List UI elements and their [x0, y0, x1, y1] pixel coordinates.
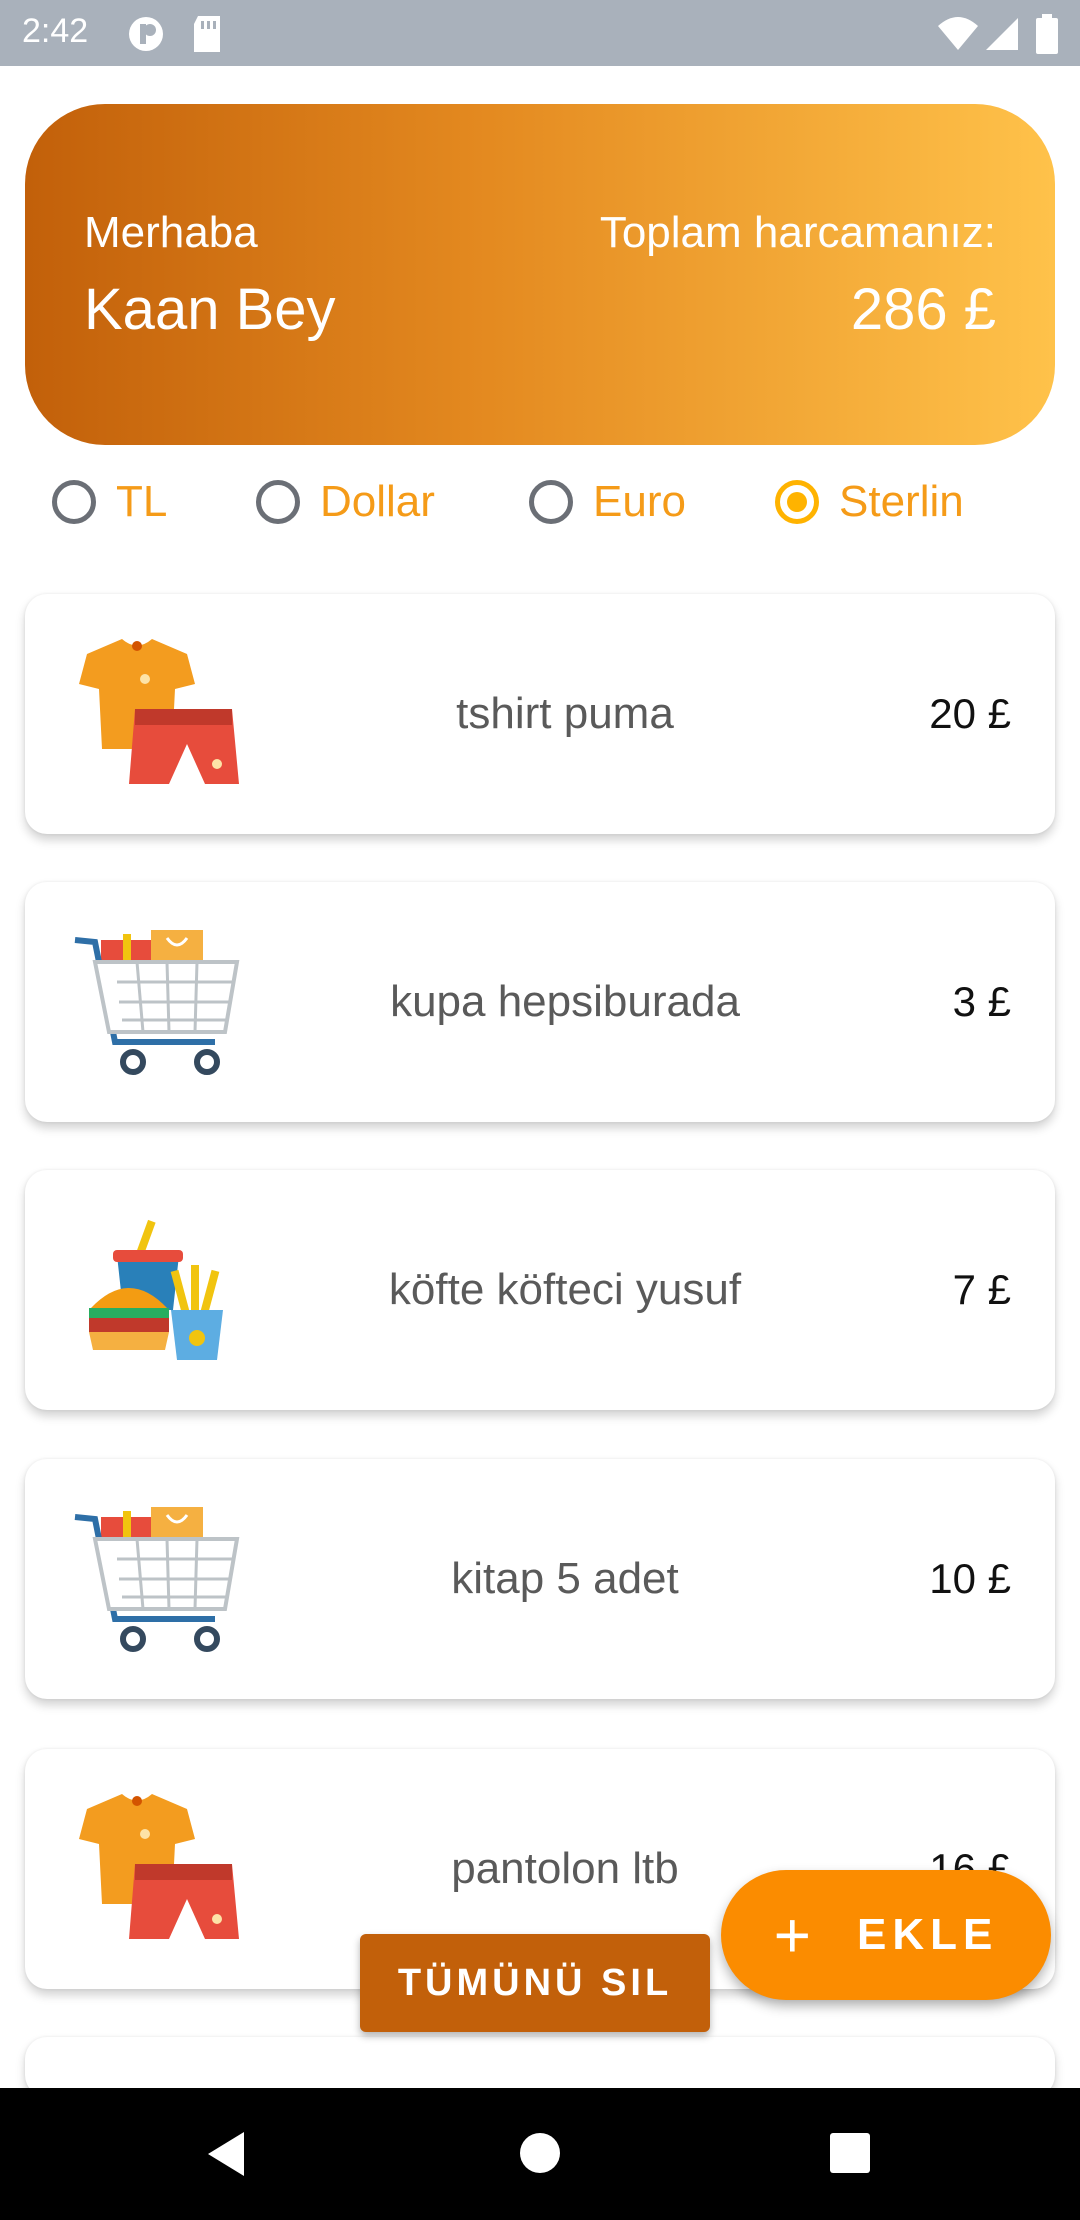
- radio-label[interactable]: Sterlin: [839, 477, 964, 527]
- shopping-cart-icon: [74, 1507, 240, 1652]
- expense-amount: 7 £: [952, 1266, 1011, 1313]
- clothes-icon: [79, 1794, 239, 1939]
- delete-all-button[interactable]: TÜMÜNÜ SIL: [360, 1934, 710, 2032]
- expense-title: tshirt puma: [456, 689, 674, 738]
- back-icon[interactable]: [204, 2130, 248, 2178]
- expense-card[interactable]: kupa hepsiburada 3 £: [25, 882, 1055, 1122]
- add-button-label: EKLE: [857, 1910, 999, 1959]
- radio-button-circle[interactable]: [775, 480, 819, 524]
- radio-label[interactable]: TL: [116, 477, 167, 527]
- expense-amount: 20 £: [929, 690, 1011, 737]
- status-time: 2:42: [22, 12, 89, 50]
- expense-title: köfte köfteci yusuf: [388, 1265, 742, 1314]
- total-spending-label: Toplam harcamanız:: [599, 208, 996, 257]
- user-name: Kaan Bey: [84, 277, 336, 342]
- expense-card[interactable]: tshirt puma 20 £: [25, 594, 1055, 834]
- summary-header-card: Merhaba Kaan Bey Toplam harcamanız: 286 …: [25, 104, 1055, 445]
- clothes-icon: [79, 639, 239, 784]
- add-expense-button[interactable]: + EKLE: [721, 1870, 1051, 2000]
- expense-amount: 10 £: [929, 1555, 1011, 1602]
- expense-title: kitap 5 adet: [451, 1554, 679, 1603]
- recents-icon[interactable]: [829, 2132, 871, 2174]
- app-notification-icon: [129, 17, 163, 51]
- radio-label[interactable]: Dollar: [320, 477, 435, 527]
- expense-card[interactable]: kitap 5 adet 10 £: [25, 1459, 1055, 1699]
- expense-title: kupa hepsiburada: [390, 977, 740, 1026]
- currency-radio-group: TL Dollar Euro Sterlin: [0, 470, 1080, 534]
- wifi-icon: [938, 17, 978, 50]
- radio-label[interactable]: Euro: [593, 477, 686, 527]
- radio-button-circle[interactable]: [256, 480, 300, 524]
- radio-button-circle[interactable]: [529, 480, 573, 524]
- radio-euro[interactable]: Euro: [529, 470, 686, 534]
- battery-icon: [1036, 14, 1058, 54]
- navigation-bar: [0, 2088, 1080, 2220]
- home-icon[interactable]: [519, 2132, 561, 2174]
- plus-icon: +: [773, 1899, 817, 1971]
- radio-tl[interactable]: TL: [52, 470, 167, 534]
- greeting-text: Merhaba: [84, 208, 258, 257]
- expense-amount: 3 £: [952, 978, 1011, 1025]
- sd-card-icon: [194, 16, 220, 52]
- signal-icon: [986, 18, 1018, 50]
- radio-sterlin[interactable]: Sterlin: [775, 470, 964, 534]
- shopping-cart-icon: [74, 930, 240, 1075]
- fast-food-icon: [89, 1219, 223, 1360]
- total-spending-value: 286 £: [850, 277, 996, 342]
- radio-button-circle[interactable]: [52, 480, 96, 524]
- expense-card[interactable]: köfte köfteci yusuf 7 £: [25, 1170, 1055, 1410]
- status-bar: 2:42: [0, 0, 1080, 66]
- radio-dollar[interactable]: Dollar: [256, 470, 435, 534]
